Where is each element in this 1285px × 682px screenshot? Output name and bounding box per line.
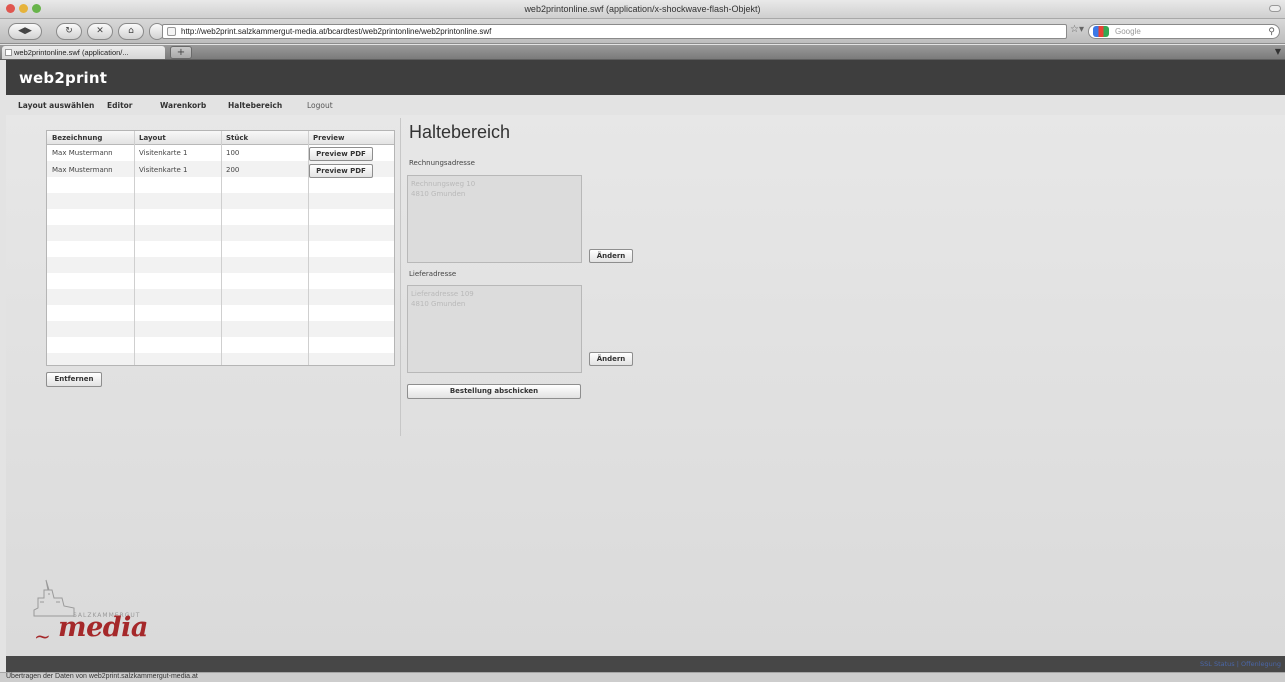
reload-button[interactable]: ↻ (56, 23, 82, 40)
back-forward-button[interactable]: ◀▶ (8, 23, 42, 40)
menu-haltebereich[interactable]: Haltebereich (228, 101, 282, 110)
search-bar[interactable]: Google ⚲ (1088, 24, 1280, 39)
column-header-layout[interactable]: Layout (139, 134, 166, 142)
delivery-address-field[interactable]: Lieferadresse 109 4810 Gmunden (407, 285, 582, 373)
cart-grid: Bezeichnung Layout Stück Preview Max Mus… (46, 130, 395, 366)
app-title: web2print (19, 69, 108, 87)
logo-swoosh-icon: ~ (34, 624, 51, 648)
search-placeholder: Google (1115, 27, 1141, 36)
footer-links[interactable]: SSL Status | Offenlegung (1200, 660, 1281, 668)
cell-stueck: 100 (226, 149, 240, 157)
menu-logout[interactable]: Logout (307, 101, 333, 110)
billing-line: 4810 Gmunden (411, 190, 466, 198)
remove-button[interactable]: Entfernen (46, 372, 102, 387)
tab-list-icon[interactable]: ▼ (1275, 47, 1281, 56)
stop-button[interactable]: ✕ (87, 23, 113, 40)
menu-layout-auswaehlen[interactable]: Layout auswählen (18, 101, 94, 110)
google-engine-icon[interactable] (1093, 26, 1109, 37)
submit-order-button[interactable]: Bestellung abschicken (407, 384, 581, 399)
billing-line: Rechnungsweg 10 (411, 180, 476, 188)
change-billing-button[interactable]: Ändern (589, 249, 633, 263)
app-footer: SSL Status | Offenlegung (6, 656, 1285, 672)
cell-layout: Visitenkarte 1 (139, 166, 188, 174)
url-bar[interactable]: http://web2print.salzkammergut-media.at/… (162, 24, 1067, 39)
toolbar-toggle-icon[interactable] (1269, 5, 1281, 12)
home-icon: ⌂ (128, 26, 134, 36)
tab-strip: web2printonline.swf (application/... + ▼ (0, 45, 1285, 60)
app-header: web2print (6, 60, 1285, 95)
column-divider (134, 131, 135, 365)
site-identity-icon[interactable] (167, 27, 176, 36)
cell-bezeichnung: Max Mustermann (52, 166, 113, 174)
tab-label: web2printonline.swf (application/... (14, 48, 129, 57)
cell-stueck: 200 (226, 166, 240, 174)
back-icon[interactable]: ◀ (18, 26, 25, 36)
column-header-stueck[interactable]: Stück (226, 134, 248, 142)
panel-divider (400, 118, 401, 436)
home-button[interactable]: ⌂ (118, 23, 144, 40)
reload-icon: ↻ (65, 26, 73, 36)
status-text: Übertragen der Daten von web2print.salzk… (6, 673, 198, 680)
navigation-toolbar: ◀▶ ↻ ✕ ⌂ http://web2print.salzkammergut-… (0, 19, 1285, 44)
menu-warenkorb[interactable]: Warenkorb (160, 101, 206, 110)
change-delivery-button[interactable]: Ändern (589, 352, 633, 366)
preview-pdf-button[interactable]: Preview PDF (309, 147, 373, 161)
delivery-line: Lieferadresse 109 (411, 290, 474, 298)
column-header-bezeichnung[interactable]: Bezeichnung (52, 134, 102, 142)
new-tab-button[interactable]: + (170, 46, 192, 59)
bookmark-star-icon[interactable]: ☆▾ (1070, 24, 1084, 35)
cell-layout: Visitenkarte 1 (139, 149, 188, 157)
app-menu: Layout auswählen Editor Warenkorb Halteb… (6, 95, 1285, 115)
billing-address-field[interactable]: Rechnungsweg 10 4810 Gmunden (407, 175, 582, 263)
tab-web2printonline[interactable]: web2printonline.swf (application/... (2, 46, 165, 59)
billing-address-label: Rechnungsadresse (409, 159, 475, 167)
tab-page-icon (5, 49, 12, 56)
forward-icon[interactable]: ▶ (25, 26, 32, 36)
search-icon[interactable]: ⚲ (1268, 25, 1275, 38)
delivery-address-label: Lieferadresse (409, 270, 457, 278)
menu-editor[interactable]: Editor (107, 101, 133, 110)
window-title: web2printonline.swf (application/x-shock… (524, 4, 761, 14)
preview-pdf-button[interactable]: Preview PDF (309, 164, 373, 178)
cell-bezeichnung: Max Mustermann (52, 149, 113, 157)
column-divider (221, 131, 222, 365)
stop-icon: ✕ (96, 26, 104, 36)
delivery-line: 4810 Gmunden (411, 300, 466, 308)
browser-statusbar: Übertragen der Daten von web2print.salzk… (0, 672, 1285, 682)
window-titlebar: web2printonline.swf (application/x-shock… (0, 0, 1285, 19)
logo-wordmark: media (58, 612, 148, 643)
section-title: Haltebereich (409, 122, 511, 142)
url-text: http://web2print.salzkammergut-media.at/… (181, 27, 492, 36)
column-header-preview[interactable]: Preview (313, 134, 345, 142)
